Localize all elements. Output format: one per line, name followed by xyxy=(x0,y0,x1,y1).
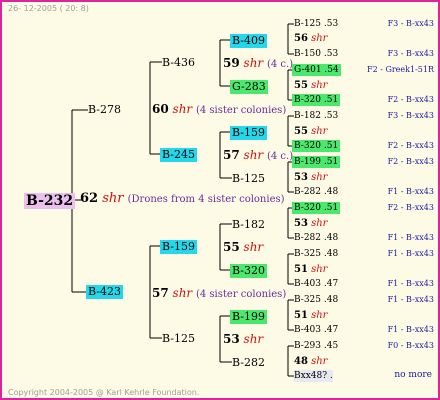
gen3-rating-6: 51 shr xyxy=(294,263,327,277)
gen4-node-1[interactable]: B-125 .53 xyxy=(294,18,338,30)
gen4-origin-8: F1 - B-xx43 xyxy=(387,187,434,196)
root-rating-num: 62 xyxy=(80,191,99,206)
gen4-node-8[interactable]: B-282 .48 xyxy=(294,186,338,198)
gen3-rating-4-shr: shr xyxy=(311,172,328,183)
gen4-origin-12: F1 - B-xx43 xyxy=(387,279,434,288)
gen1-node-1[interactable]: B-278 xyxy=(88,103,121,117)
gen3-rating-5-shr: shr xyxy=(311,218,328,229)
gen3-rating-3: 55 shr xyxy=(294,125,327,139)
gen1-rating-2-shr: shr xyxy=(172,286,193,300)
gen4-origin-15: F0 - B-xx43 xyxy=(387,341,434,350)
root-drone-note: (Drones from 4 sister colonies) xyxy=(127,194,285,205)
gen3-rating-2: 55 shr xyxy=(294,79,327,93)
gen4-origin-5: F3 - B-xx43 xyxy=(387,111,434,120)
gen4-node-4[interactable]: B-320 .51 xyxy=(292,94,341,106)
gen2-rating-1-num: 59 xyxy=(223,56,240,70)
gen3-rating-3-shr: shr xyxy=(311,126,328,137)
gen2-rating-4-shr: shr xyxy=(243,332,264,346)
gen3-rating-1-shr: shr xyxy=(311,33,328,44)
gen4-origin-14: F1 - B-xx43 xyxy=(387,325,434,334)
root-rating: 62 shr (Drones from 4 sister colonies) xyxy=(80,192,285,206)
gen2-node-4[interactable]: B-125 xyxy=(162,332,195,346)
gen3-rating-5-num: 53 xyxy=(294,218,308,229)
gen4-node-13[interactable]: B-325 .48 xyxy=(294,294,338,306)
gen3-node-4[interactable]: B-125 xyxy=(232,172,265,186)
gen4-origin-4: F2 - B-xx43 xyxy=(387,95,434,104)
gen3-rating-7-num: 51 xyxy=(294,310,308,321)
root-queen[interactable]: B-232 xyxy=(24,193,76,209)
gen2-rating-2: 57 shr (4 c.) xyxy=(223,148,293,162)
gen2-rating-1: 59 shr (4 c.) xyxy=(223,56,293,70)
gen3-rating-7-shr: shr xyxy=(311,310,328,321)
gen3-rating-1: 56 shr xyxy=(294,32,327,46)
gen2-node-3[interactable]: B-159 xyxy=(160,240,197,254)
gen2-rating-3-shr: shr xyxy=(243,240,264,254)
gen3-rating-7: 51 shr xyxy=(294,309,327,323)
gen4-node-14[interactable]: B-403 .47 xyxy=(294,324,338,336)
gen1-rating-1-note: (4 sister colonies) xyxy=(195,105,287,116)
gen4-origin-7: F2 - B-xx43 xyxy=(387,157,434,166)
gen4-node-11[interactable]: B-325 .48 xyxy=(294,248,338,260)
gen4-node-3[interactable]: G-401 .54 xyxy=(292,64,341,76)
gen3-rating-4: 53 shr xyxy=(294,171,327,185)
gen1-node-2[interactable]: B-423 xyxy=(86,285,123,299)
gen3-node-1[interactable]: B-409 xyxy=(230,34,267,48)
gen3-rating-2-num: 55 xyxy=(294,80,308,91)
gen3-rating-8-shr: shr xyxy=(311,356,328,367)
gen3-rating-3-num: 55 xyxy=(294,126,308,137)
root-rating-shr: shr xyxy=(102,191,124,206)
gen2-rating-2-shr: shr xyxy=(243,148,264,162)
gen4-node-5[interactable]: B-182 .53 xyxy=(294,110,338,122)
gen4-origin-3: F2 - Greek1-51R xyxy=(367,65,434,74)
gen1-rating-1-num: 60 xyxy=(152,102,169,116)
gen1-rating-1-shr: shr xyxy=(172,102,193,116)
gen3-rating-8-num: 48 xyxy=(294,356,308,367)
gen3-node-7[interactable]: B-199 xyxy=(230,310,267,324)
gen3-node-5[interactable]: B-182 xyxy=(232,218,265,232)
gen1-rating-1: 60 shr (4 sister colonies) xyxy=(152,102,286,116)
gen3-rating-6-num: 51 xyxy=(294,264,308,275)
gen4-node-15[interactable]: B-293 .45 xyxy=(294,340,338,352)
gen2-rating-2-note: (4 c.) xyxy=(266,151,294,162)
gen4-node-9[interactable]: B-320 .51 xyxy=(292,202,341,214)
gen1-rating-2-note: (4 sister colonies) xyxy=(195,289,287,300)
gen4-node-6[interactable]: B-320 .51 xyxy=(292,140,341,152)
gen4-origin-2: F3 - B-xx43 xyxy=(387,49,434,58)
gen4-node-10[interactable]: B-282 .48 xyxy=(294,232,338,244)
gen3-rating-5: 53 shr xyxy=(294,217,327,231)
gen2-rating-3-num: 55 xyxy=(223,240,240,254)
gen4-node-2[interactable]: B-150 .53 xyxy=(294,48,338,60)
gen2-rating-1-shr: shr xyxy=(243,56,264,70)
gen4-origin-6: F2 - B-xx43 xyxy=(387,141,434,150)
gen3-node-6[interactable]: B-320 xyxy=(230,264,267,278)
gen3-rating-1-num: 56 xyxy=(294,33,308,44)
gen3-rating-4-num: 53 xyxy=(294,172,308,183)
gen4-origin-1: F3 - B-xx43 xyxy=(387,19,434,28)
gen4-origin-11: F1 - B-xx43 xyxy=(387,249,434,258)
gen4-node-16[interactable]: Bxx48? . xyxy=(294,370,333,382)
gen1-rating-2-num: 57 xyxy=(152,286,169,300)
no-more-label: no more xyxy=(394,370,432,380)
gen3-node-2[interactable]: G-283 xyxy=(230,80,268,94)
gen1-rating-2: 57 shr (4 sister colonies) xyxy=(152,286,286,300)
gen3-rating-2-shr: shr xyxy=(311,80,328,91)
gen3-rating-6-shr: shr xyxy=(311,264,328,275)
gen3-rating-8: 48 shr xyxy=(294,355,327,369)
gen2-rating-1-note: (4 c.) xyxy=(266,59,294,70)
gen4-node-12[interactable]: B-403 .47 xyxy=(294,278,338,290)
gen4-node-7[interactable]: B-199 .51 xyxy=(292,156,341,168)
gen2-rating-4-num: 53 xyxy=(223,332,240,346)
gen2-rating-2-num: 57 xyxy=(223,148,240,162)
gen4-origin-13: F1 - B-xx43 xyxy=(387,295,434,304)
gen3-node-8[interactable]: B-282 xyxy=(232,356,265,370)
gen3-node-3[interactable]: B-159 xyxy=(230,126,267,140)
pedigree-frame: 26- 12-2005 ( 20: 8) Copyright 2004-2005… xyxy=(0,0,440,400)
gen4-origin-9: F2 - B-xx43 xyxy=(387,203,434,212)
gen4-origin-10: F1 - B-xx43 xyxy=(387,233,434,242)
gen2-node-2[interactable]: B-245 xyxy=(160,148,197,162)
gen2-rating-3: 55 shr xyxy=(223,240,263,254)
gen2-node-1[interactable]: B-436 xyxy=(162,56,195,70)
gen2-rating-4: 53 shr xyxy=(223,332,263,346)
